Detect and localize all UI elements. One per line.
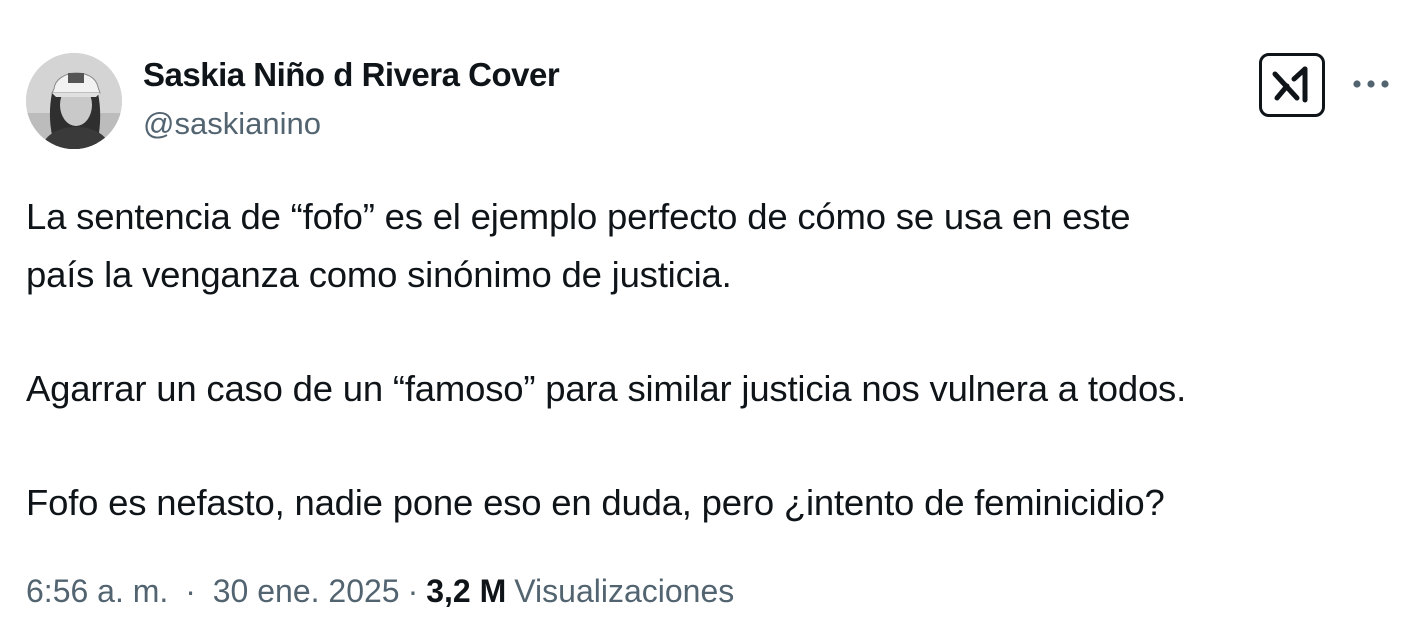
post-text: La sentencia de “fofo” es el ejemplo per… [26,188,1406,532]
more-horizontal-icon [1353,80,1389,88]
post-time: 6:56 a. m. [26,573,169,609]
post-timestamp[interactable]: 6:56 a. m. · 30 ene. 2025 [26,573,400,610]
author-avatar[interactable] [26,53,122,149]
meta-separator: · [407,573,419,609]
post-paragraph: Agarrar un caso de un “famoso” para simi… [26,368,1187,409]
views-count: 3,2 M [426,573,507,609]
post-metadata: 6:56 a. m. · 30 ene. 2025 · 3,2 M Visual… [26,573,734,610]
post-date: 30 ene. 2025 [212,573,400,609]
views-label: Visualizaciones [514,573,735,609]
author-name[interactable]: Saskia Niño d Rivera Cover [143,56,560,94]
more-options-button[interactable] [1350,66,1392,102]
author-handle[interactable]: @saskianino [143,106,321,142]
grok-button[interactable] [1259,53,1325,117]
meta-separator: · [185,573,196,609]
post-paragraph: Fofo es nefasto, nadie pone eso en duda,… [26,482,1165,523]
post-paragraph: La sentencia de “fofo” es el ejemplo per… [26,196,1131,295]
profile-photo-image [26,53,122,149]
tweet-card: Saskia Niño d Rivera Cover @saskianino L… [0,0,1421,620]
grok-icon [1272,66,1308,103]
